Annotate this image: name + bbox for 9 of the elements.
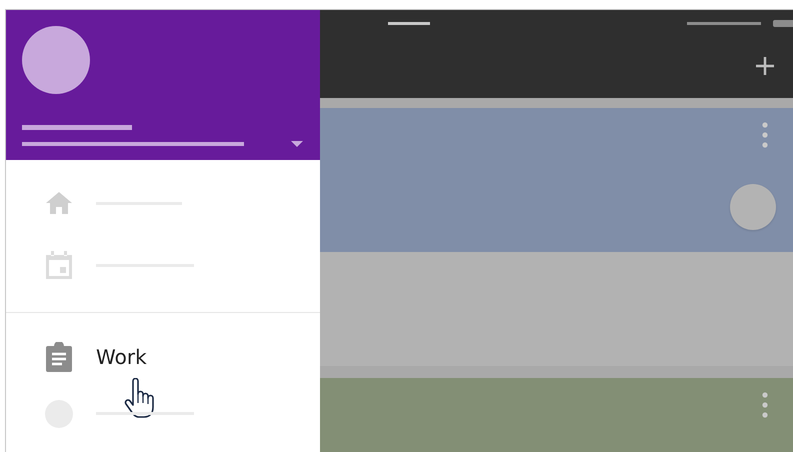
status-placeholder-line (388, 22, 430, 25)
home-icon (45, 192, 73, 214)
calendar-icon (45, 251, 73, 279)
add-icon[interactable] (755, 56, 775, 76)
battery-icon (773, 20, 793, 27)
clipboard-icon (45, 342, 73, 372)
avatar-placeholder (730, 184, 776, 230)
drawer-item[interactable]: Work (96, 344, 147, 368)
dropdown-icon[interactable] (291, 141, 303, 147)
